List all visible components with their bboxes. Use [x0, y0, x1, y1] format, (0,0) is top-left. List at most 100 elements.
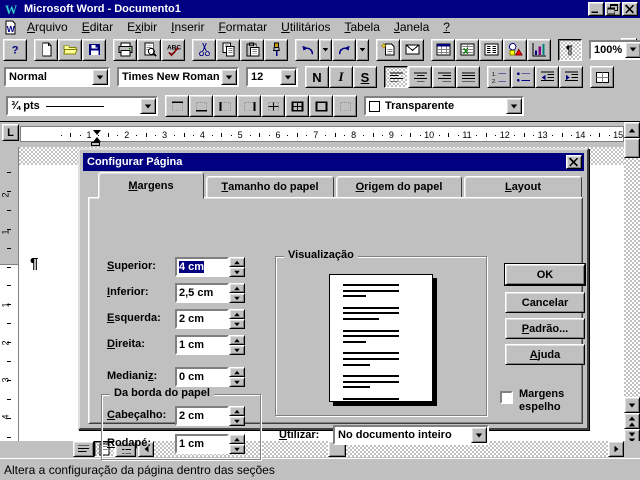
spin-up-button[interactable]: [229, 335, 245, 345]
horizontal-ruler[interactable]: 123456789101112131415: [20, 126, 624, 142]
decrease-indent-button[interactable]: [535, 66, 559, 88]
size-dropdown-arrow[interactable]: [280, 69, 296, 85]
zoom-dropdown-arrow[interactable]: [625, 42, 640, 58]
spinner[interactable]: [229, 309, 245, 329]
drawing-button[interactable]: [503, 39, 527, 61]
chart-button[interactable]: [527, 39, 551, 61]
first-line-indent-marker[interactable]: [93, 130, 101, 135]
vertical-scroll-track[interactable]: [624, 138, 640, 397]
print-preview-button[interactable]: [137, 39, 161, 61]
dialog-close-button[interactable]: [566, 155, 582, 169]
rodapé-input[interactable]: 1 cm: [175, 434, 229, 454]
increase-indent-button[interactable]: [559, 66, 583, 88]
spin-down-button[interactable]: [229, 267, 245, 277]
style-dropdown[interactable]: Normal: [4, 67, 110, 87]
cancelar-button[interactable]: Cancelar: [505, 292, 585, 313]
mirror-margins-label[interactable]: Margens espelho: [519, 388, 583, 414]
redo-button[interactable]: [332, 39, 356, 61]
tab-origem-do-papel[interactable]: Origem do papel: [336, 176, 462, 198]
dialog-title-bar[interactable]: Configurar Página: [83, 153, 584, 171]
redo-dropdown-button[interactable]: [356, 39, 369, 61]
spinner[interactable]: [229, 406, 245, 426]
size-dropdown[interactable]: 12: [246, 67, 298, 87]
bold-button[interactable]: N: [305, 66, 329, 88]
cabeçalho-input[interactable]: 2 cm: [175, 406, 229, 426]
show-paragraph-button[interactable]: ¶: [558, 39, 582, 61]
font-dropdown-arrow[interactable]: [221, 69, 237, 85]
cut-button[interactable]: [192, 39, 216, 61]
spin-down-button[interactable]: [229, 345, 245, 355]
ok-button[interactable]: OK: [505, 264, 585, 285]
apply-to-dropdown-arrow[interactable]: [471, 427, 487, 443]
menu-editar[interactable]: Editar: [75, 18, 120, 36]
padrão-button[interactable]: Padrão...: [505, 318, 585, 339]
bullets-button[interactable]: [511, 66, 535, 88]
tab-margens[interactable]: Margens: [98, 172, 204, 199]
scroll-right-button[interactable]: [608, 441, 624, 457]
spinner[interactable]: [229, 283, 245, 303]
spelling-button[interactable]: ABC: [161, 39, 185, 61]
spin-up-button[interactable]: [229, 257, 245, 267]
zoom-dropdown[interactable]: 100%: [589, 40, 640, 60]
ajuda-button[interactable]: Ajuda: [505, 344, 585, 365]
save-button[interactable]: [82, 39, 106, 61]
medianiz-input[interactable]: 0 cm: [175, 367, 229, 387]
spin-up-button[interactable]: [229, 283, 245, 293]
help-button[interactable]: ?: [3, 39, 27, 61]
superior-input[interactable]: 4 cm: [175, 257, 229, 277]
autotext-button[interactable]: [400, 39, 424, 61]
border-none-button[interactable]: [333, 95, 357, 117]
spin-down-button[interactable]: [229, 444, 245, 454]
menu-utilitrios[interactable]: Utilitários: [274, 18, 337, 36]
spin-up-button[interactable]: [229, 434, 245, 444]
open-button[interactable]: [58, 39, 82, 61]
menu-?[interactable]: ?: [436, 18, 457, 36]
spinner[interactable]: [229, 335, 245, 355]
print-button[interactable]: [113, 39, 137, 61]
spin-up-button[interactable]: [229, 309, 245, 319]
border-inside-button[interactable]: [261, 95, 285, 117]
underline-button[interactable]: S: [353, 66, 377, 88]
inferior-input[interactable]: 2,5 cm: [175, 283, 229, 303]
insert-excel-button[interactable]: X: [455, 39, 479, 61]
paste-button[interactable]: [240, 39, 264, 61]
italic-button[interactable]: I: [329, 66, 353, 88]
border-right-button[interactable]: [237, 95, 261, 117]
mirror-margins-checkbox[interactable]: [500, 391, 513, 404]
line-style-arrow[interactable]: [140, 98, 156, 114]
close-button[interactable]: [622, 2, 638, 16]
left-indent-box-marker[interactable]: [91, 142, 100, 146]
align-justify-button[interactable]: [456, 66, 480, 88]
spin-down-button[interactable]: [229, 319, 245, 329]
minimize-button[interactable]: [588, 2, 604, 16]
spinner[interactable]: [229, 257, 245, 277]
document-control-icon[interactable]: W: [3, 20, 17, 35]
spin-up-button[interactable]: [229, 406, 245, 416]
menu-janela[interactable]: Janela: [387, 18, 436, 36]
align-right-button[interactable]: [432, 66, 456, 88]
font-dropdown[interactable]: Times New Roman: [117, 67, 239, 87]
align-center-button[interactable]: [408, 66, 432, 88]
shading-dropdown[interactable]: Transparente: [364, 96, 524, 116]
columns-button[interactable]: [479, 39, 503, 61]
apply-to-dropdown[interactable]: No documento inteiro: [333, 425, 489, 445]
menu-inserir[interactable]: Inserir: [164, 18, 211, 36]
scroll-up-button[interactable]: [624, 122, 640, 138]
format-painter-button[interactable]: [264, 39, 288, 61]
line-style-dropdown[interactable]: ¾ pts: [6, 96, 158, 116]
border-bottom-button[interactable]: [189, 95, 213, 117]
spin-up-button[interactable]: [229, 367, 245, 377]
new-document-button[interactable]: [34, 39, 58, 61]
border-outside-button[interactable]: [309, 95, 333, 117]
style-dropdown-arrow[interactable]: [92, 69, 108, 85]
tab-tamanho-do-papel[interactable]: Tamanho do papel: [206, 176, 334, 198]
scroll-down-button[interactable]: [624, 397, 640, 413]
spin-down-button[interactable]: [229, 293, 245, 303]
spinner[interactable]: [229, 367, 245, 387]
insert-table-button[interactable]: [431, 39, 455, 61]
border-grid-button[interactable]: [285, 95, 309, 117]
numbering-button[interactable]: 1.2.: [487, 66, 511, 88]
vertical-ruler[interactable]: 211234: [0, 147, 19, 441]
undo-dropdown-button[interactable]: [319, 39, 332, 61]
border-left-button[interactable]: [213, 95, 237, 117]
